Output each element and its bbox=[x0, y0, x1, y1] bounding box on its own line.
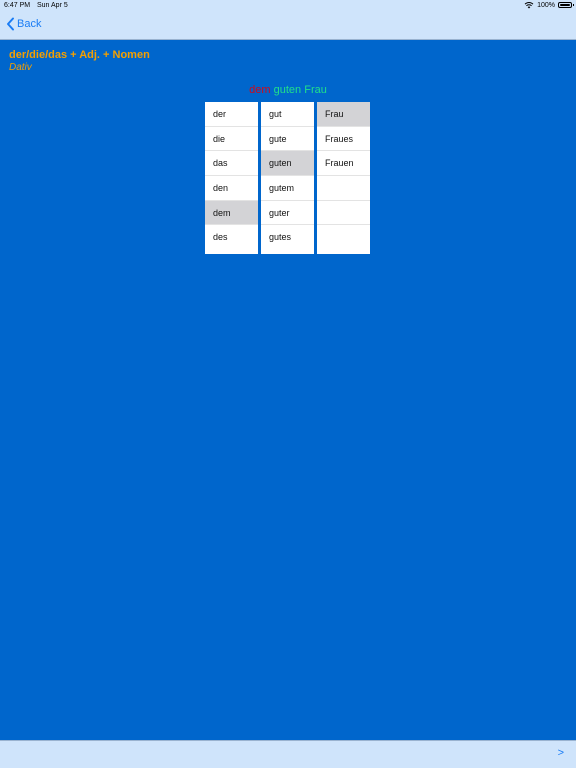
picker-option[interactable]: gutem bbox=[261, 176, 314, 201]
picker-option[interactable]: Frau bbox=[317, 102, 370, 127]
picker-option[interactable]: gute bbox=[261, 127, 314, 152]
adjective-picker[interactable]: gut gute guten gutem guter gutes bbox=[261, 102, 314, 254]
bottom-toolbar: > bbox=[0, 740, 576, 768]
result-article: dem bbox=[249, 84, 271, 96]
lesson-case: Dativ bbox=[9, 62, 32, 73]
picker-option[interactable]: Frauen bbox=[317, 151, 370, 177]
battery-icon bbox=[558, 2, 574, 8]
result-noun: Frau bbox=[304, 84, 327, 96]
wifi-icon bbox=[524, 2, 534, 9]
back-label: Back bbox=[17, 18, 42, 30]
picker-option[interactable]: die bbox=[205, 127, 258, 152]
picker-option[interactable]: den bbox=[205, 176, 258, 201]
picker-option-empty[interactable] bbox=[317, 201, 370, 226]
lesson-title: der/die/das + Adj. + Nomen bbox=[9, 49, 150, 61]
picker-option[interactable]: gutes bbox=[261, 225, 314, 250]
picker-option[interactable]: dem bbox=[205, 200, 258, 226]
picker-option[interactable]: guter bbox=[261, 201, 314, 226]
picker-option[interactable]: guten bbox=[261, 151, 314, 177]
status-date: Sun Apr 5 bbox=[37, 2, 68, 9]
picker-option[interactable]: Fraues bbox=[317, 127, 370, 152]
navigation-bar: Back bbox=[0, 12, 576, 40]
picker-option-empty[interactable] bbox=[317, 176, 370, 201]
picker-option[interactable]: des bbox=[205, 225, 258, 250]
noun-picker[interactable]: Frau Fraues Frauen bbox=[317, 102, 370, 254]
picker-option-empty[interactable] bbox=[317, 225, 370, 250]
battery-percent: 100% bbox=[537, 1, 555, 9]
chevron-left-icon bbox=[7, 17, 14, 31]
next-button[interactable]: > bbox=[558, 747, 564, 759]
status-bar: 6:47 PM Sun Apr 5 100% bbox=[0, 0, 576, 12]
result-adjective: guten bbox=[273, 84, 302, 96]
status-time: 6:47 PM bbox=[4, 2, 31, 9]
status-indicators: 100% bbox=[524, 1, 574, 9]
article-picker[interactable]: der die das den dem des bbox=[205, 102, 258, 254]
back-button[interactable]: Back bbox=[6, 17, 41, 31]
picker-option[interactable]: das bbox=[205, 151, 258, 177]
picker-option[interactable]: der bbox=[205, 102, 258, 127]
picker-option[interactable]: gut bbox=[261, 102, 314, 127]
result-phrase: dem guten Frau bbox=[0, 84, 576, 96]
